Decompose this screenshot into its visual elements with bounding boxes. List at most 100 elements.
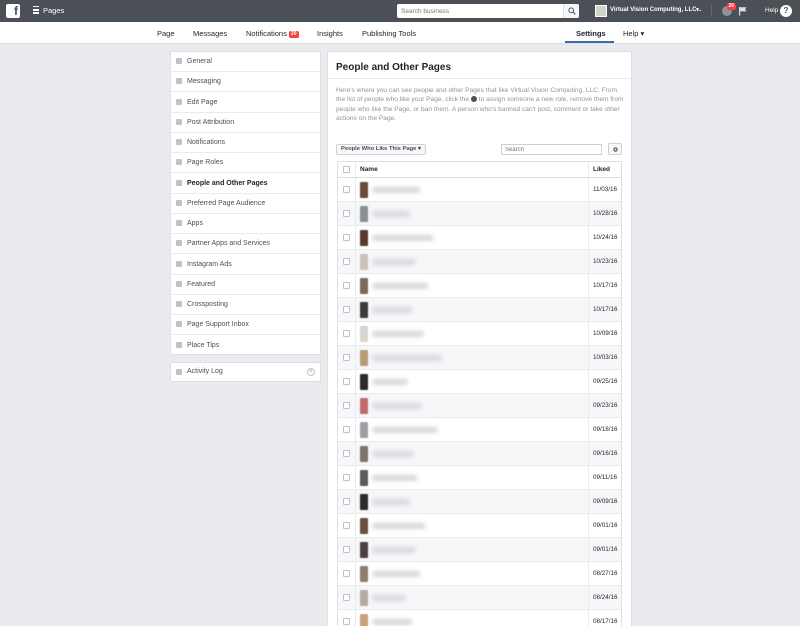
blurred-name[interactable] xyxy=(372,475,418,481)
tab-notifications[interactable]: Notifications 20 xyxy=(246,29,299,38)
blurred-name[interactable] xyxy=(372,571,420,577)
sidebar-item-apps[interactable]: Apps xyxy=(171,214,320,234)
profile-thumbnail[interactable] xyxy=(360,590,368,606)
blurred-name[interactable] xyxy=(372,379,408,385)
flag-icon[interactable] xyxy=(738,6,748,16)
profile-thumbnail[interactable] xyxy=(360,566,368,582)
sidebar-item-featured[interactable]: Featured xyxy=(171,275,320,295)
tab-help[interactable]: Help ▾ xyxy=(623,29,644,38)
activity-log-item[interactable]: Activity Log + xyxy=(170,362,321,382)
column-header-name[interactable]: Name xyxy=(360,166,378,173)
profile-thumbnail[interactable] xyxy=(360,542,368,558)
sidebar-item-post-attribution[interactable]: Post Attribution xyxy=(171,113,320,133)
sidebar-item-place-tips[interactable]: Place Tips xyxy=(171,336,320,356)
account-avatar[interactable] xyxy=(595,5,607,17)
profile-thumbnail[interactable] xyxy=(360,230,368,246)
row-checkbox[interactable] xyxy=(343,474,350,481)
profile-thumbnail[interactable] xyxy=(360,398,368,414)
sidebar-item-notifications[interactable]: Notifications xyxy=(171,133,320,153)
search-input[interactable] xyxy=(397,4,561,18)
search-button[interactable] xyxy=(563,4,579,18)
row-checkbox[interactable] xyxy=(343,306,350,313)
blurred-name[interactable] xyxy=(372,355,442,361)
row-checkbox[interactable] xyxy=(343,522,350,529)
profile-thumbnail[interactable] xyxy=(360,422,368,438)
blurred-name[interactable] xyxy=(372,427,438,433)
profile-thumbnail[interactable] xyxy=(360,254,368,270)
blurred-name[interactable] xyxy=(372,211,410,217)
blurred-name[interactable] xyxy=(372,187,420,193)
row-checkbox[interactable] xyxy=(343,258,350,265)
row-checkbox[interactable] xyxy=(343,546,350,553)
row-checkbox[interactable] xyxy=(343,402,350,409)
tab-publishing-tools[interactable]: Publishing Tools xyxy=(362,29,416,38)
column-divider xyxy=(355,538,356,561)
blurred-name[interactable] xyxy=(372,451,414,457)
profile-thumbnail[interactable] xyxy=(360,494,368,510)
sidebar-item-preferred-page-audience[interactable]: Preferred Page Audience xyxy=(171,194,320,214)
blurred-name[interactable] xyxy=(372,235,434,241)
facebook-logo[interactable]: f xyxy=(6,4,20,18)
profile-thumbnail[interactable] xyxy=(360,182,368,198)
plus-icon[interactable]: + xyxy=(307,368,315,376)
row-checkbox[interactable] xyxy=(343,282,350,289)
row-checkbox[interactable] xyxy=(343,378,350,385)
help-icon[interactable]: ? xyxy=(780,5,792,17)
blurred-name[interactable] xyxy=(372,499,410,505)
profile-thumbnail[interactable] xyxy=(360,206,368,222)
row-checkbox[interactable] xyxy=(343,498,350,505)
tab-insights[interactable]: Insights xyxy=(317,29,343,38)
profile-thumbnail[interactable] xyxy=(360,374,368,390)
sidebar-item-general[interactable]: General xyxy=(171,52,320,72)
filter-dropdown[interactable]: People Who Like This Page ▾ xyxy=(336,144,426,155)
sidebar-item-people-and-other-pages[interactable]: People and Other Pages xyxy=(171,174,320,194)
sidebar-item-page-roles[interactable]: Page Roles xyxy=(171,153,320,174)
row-checkbox[interactable] xyxy=(343,186,350,193)
help-link[interactable]: Help xyxy=(765,7,778,14)
blurred-name[interactable] xyxy=(372,331,424,337)
profile-thumbnail[interactable] xyxy=(360,446,368,462)
account-name[interactable]: Virtual Vision Computing, LLC... xyxy=(610,7,701,13)
chevron-down-icon[interactable]: ▾ xyxy=(696,6,699,13)
profile-thumbnail[interactable] xyxy=(360,470,368,486)
blurred-name[interactable] xyxy=(372,595,406,601)
profile-thumbnail[interactable] xyxy=(360,518,368,534)
tab-page[interactable]: Page xyxy=(157,29,175,38)
row-checkbox[interactable] xyxy=(343,210,350,217)
sidebar-item-instagram-ads[interactable]: Instagram Ads xyxy=(171,255,320,275)
table-settings-button[interactable] xyxy=(608,143,622,155)
row-checkbox[interactable] xyxy=(343,570,350,577)
profile-thumbnail[interactable] xyxy=(360,278,368,294)
sidebar-item-partner-apps-and-services[interactable]: Partner Apps and Services xyxy=(171,234,320,255)
row-checkbox[interactable] xyxy=(343,618,350,625)
liked-date: 10/03/16 xyxy=(593,354,618,361)
profile-thumbnail[interactable] xyxy=(360,614,368,626)
blurred-name[interactable] xyxy=(372,523,426,529)
sidebar-item-page-support-inbox[interactable]: Page Support Inbox xyxy=(171,315,320,336)
row-checkbox[interactable] xyxy=(343,426,350,433)
blurred-name[interactable] xyxy=(372,259,416,265)
sidebar-item-edit-page[interactable]: Edit Page xyxy=(171,93,320,113)
blurred-name[interactable] xyxy=(372,307,412,313)
row-checkbox[interactable] xyxy=(343,330,350,337)
profile-thumbnail[interactable] xyxy=(360,302,368,318)
tab-settings[interactable]: Settings xyxy=(576,29,606,38)
blurred-name[interactable] xyxy=(372,283,428,289)
row-checkbox[interactable] xyxy=(343,594,350,601)
select-all-checkbox[interactable] xyxy=(343,166,350,173)
blurred-name[interactable] xyxy=(372,547,416,553)
table-search-input[interactable] xyxy=(501,144,602,155)
row-checkbox[interactable] xyxy=(343,234,350,241)
menu-icon[interactable] xyxy=(33,6,39,15)
sidebar-item-messaging[interactable]: Messaging xyxy=(171,72,320,93)
row-checkbox[interactable] xyxy=(343,450,350,457)
pages-link[interactable]: Pages xyxy=(43,6,64,15)
blurred-name[interactable] xyxy=(372,403,422,409)
tab-messages[interactable]: Messages xyxy=(193,29,227,38)
column-header-liked[interactable]: Liked xyxy=(593,166,610,173)
sidebar-item-crossposting[interactable]: Crossposting xyxy=(171,295,320,315)
profile-thumbnail[interactable] xyxy=(360,350,368,366)
profile-thumbnail[interactable] xyxy=(360,326,368,342)
blurred-name[interactable] xyxy=(372,619,412,625)
row-checkbox[interactable] xyxy=(343,354,350,361)
